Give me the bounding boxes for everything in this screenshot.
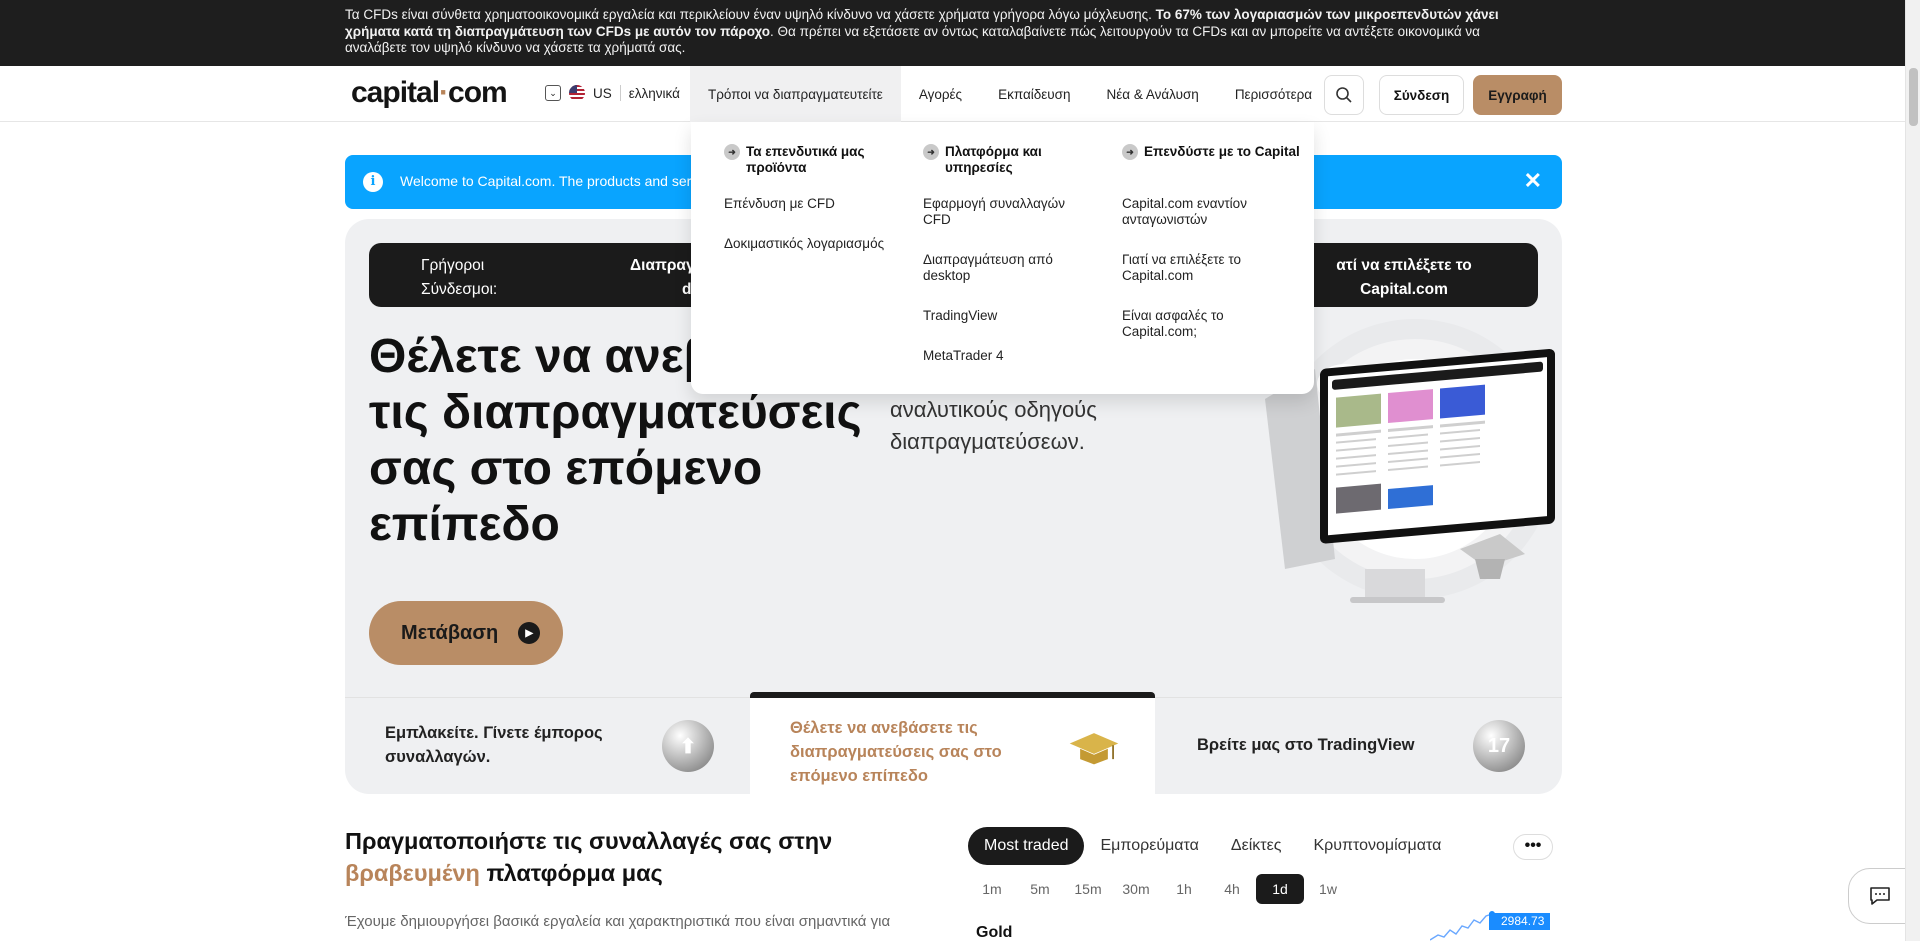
search-icon	[1336, 87, 1352, 103]
chat-icon	[1870, 887, 1890, 905]
dropdown-link[interactable]: Γιατί να επιλέξετε το Capital.com	[1122, 252, 1272, 284]
chevron-down-icon: ⌄	[545, 85, 561, 101]
dropdown-link[interactable]: TradingView	[923, 308, 1073, 324]
tile-become-trader[interactable]: Εμπλακείτε. Γίνετε έμπορος συναλλαγών. ⬆	[345, 698, 750, 794]
site-header: capital·com ⌄ US ελληνικά Τρόποι να διαπ…	[0, 66, 1905, 122]
risk-warning-banner: Τα CFDs είναι σύνθετα χρηματοοικονομικά …	[0, 0, 1920, 66]
dropdown-column-platform: ➜ Πλατφόρμα και υπηρεσίες Εφαρμογή συναλλ…	[923, 144, 1108, 388]
chat-button[interactable]	[1848, 868, 1912, 924]
dropdown-heading[interactable]: ➜ Τα επενδυτικά μας προϊόντα	[724, 144, 909, 178]
search-button[interactable]	[1324, 75, 1364, 115]
quick-link-why-capital[interactable]: ατί να επιλέξετε το Capital.com	[1329, 254, 1479, 302]
arrow-up-badge-icon: ⬆	[662, 720, 714, 772]
capital-com-logo[interactable]: capital·com	[351, 76, 508, 110]
divider	[619, 85, 621, 101]
timeframe-1d[interactable]: 1d	[1256, 874, 1304, 904]
dropdown-heading[interactable]: ➜ Πλατφόρμα και υπηρεσίες	[923, 144, 1108, 178]
dropdown-link[interactable]: Διαπραγμάτευση από desktop	[923, 252, 1073, 284]
graduation-cap-icon	[1069, 733, 1119, 765]
welcome-text: Welcome to Capital.com. The products and…	[400, 173, 702, 189]
nav-education[interactable]: Εκπαίδευση	[980, 66, 1088, 122]
dropdown-column-products: ➜ Τα επενδυτικά μας προϊόντα Επένδυση με …	[724, 144, 909, 276]
info-icon: i	[363, 172, 383, 192]
main-nav: Τρόποι να διαπραγματευτείτε Αγορές Εκπαί…	[690, 66, 1330, 122]
page-scrollbar[interactable]	[1905, 0, 1920, 941]
arrow-right-icon: ➜	[724, 144, 740, 160]
dropdown-heading[interactable]: ➜ Επενδύστε με το Capital	[1122, 144, 1307, 178]
tab-commodities[interactable]: Εμπορεύματα	[1084, 827, 1214, 865]
dropdown-link[interactable]: Επένδυση με CFD	[724, 196, 904, 212]
close-icon[interactable]: ✕	[1524, 168, 1542, 194]
tab-crypto[interactable]: Κρυπτονομίσματα	[1297, 827, 1457, 865]
scrollbar-thumb[interactable]	[1909, 68, 1918, 126]
tab-indices[interactable]: Δείκτες	[1215, 827, 1298, 865]
dropdown-link[interactable]: Εφαρμογή συναλλαγών CFD	[923, 196, 1073, 228]
platform-section-title: Πραγματοποιήστε τις συναλλαγές σας στην …	[345, 828, 833, 886]
arrow-right-icon: ➜	[923, 144, 939, 160]
login-button[interactable]: Σύνδεση	[1379, 75, 1464, 115]
dropdown-link[interactable]: MetaTrader 4	[923, 348, 1073, 364]
timeframe-selector: 1m 5m 15m 30m 1h 4h 1d 1w	[968, 874, 1352, 904]
feature-tiles: Εμπλακείτε. Γίνετε έμπορος συναλλαγών. ⬆…	[345, 692, 1562, 794]
risk-warning-text: Τα CFDs είναι σύνθετα χρηματοοικονομικά …	[345, 7, 1499, 55]
timeframe-5m[interactable]: 5m	[1016, 874, 1064, 904]
nav-ways-to-trade[interactable]: Τρόποι να διαπραγματευτείτε	[690, 66, 901, 122]
quick-link-trading-desktop[interactable]: Διαπραγ de	[630, 254, 700, 302]
more-options-button[interactable]: •••	[1513, 834, 1553, 860]
region-language-selector[interactable]: ⌄ US ελληνικά	[545, 85, 680, 101]
current-price-tag: 2984.73	[1489, 913, 1551, 930]
tradingview-badge-icon: 17	[1473, 720, 1525, 772]
nav-markets[interactable]: Αγορές	[901, 66, 980, 122]
ways-to-trade-dropdown: ➜ Τα επενδυτικά μας προϊόντα Επένδυση με …	[691, 122, 1314, 394]
arrow-right-icon: ▶	[518, 622, 541, 644]
go-button[interactable]: Μετάβαση ▶	[369, 601, 563, 665]
signup-button[interactable]: Εγγραφή	[1473, 75, 1562, 115]
dropdown-link[interactable]: Δοκιμαστικός λογαριασμός	[724, 236, 904, 252]
arrow-right-icon: ➜	[1122, 144, 1138, 160]
timeframe-1w[interactable]: 1w	[1304, 874, 1352, 904]
tile-tradingview[interactable]: Βρείτε μας στο TradingView 17	[1155, 698, 1562, 794]
us-flag-icon	[569, 85, 585, 101]
platform-section-text: Έχουμε δημιουργήσει βασικά εργαλεία και …	[345, 913, 891, 930]
market-tabs: Most traded Εμπορεύματα Δείκτες Κρυπτονο…	[968, 827, 1457, 865]
instrument-name[interactable]: Gold	[976, 924, 1012, 941]
tile-next-level[interactable]: Θέλετε να ανεβάσετε τις διαπραγματεύσεις…	[750, 692, 1155, 794]
timeframe-15m[interactable]: 15m	[1064, 874, 1112, 904]
nav-news-analysis[interactable]: Νέα & Ανάλυση	[1089, 66, 1217, 122]
timeframe-1h[interactable]: 1h	[1160, 874, 1208, 904]
hero-subtitle: αναλυτικούς οδηγούς διαπραγματεύσεων.	[890, 397, 1097, 454]
timeframe-1m[interactable]: 1m	[968, 874, 1016, 904]
timeframe-4h[interactable]: 4h	[1208, 874, 1256, 904]
timeframe-30m[interactable]: 30m	[1112, 874, 1160, 904]
dropdown-link[interactable]: Είναι ασφαλές το Capital.com;	[1122, 308, 1272, 340]
dropdown-link[interactable]: Capital.com εναντίον ανταγωνιστών	[1122, 196, 1272, 228]
quick-links-label: Γρήγοροι Σύνδεσμοι:	[421, 257, 498, 298]
dropdown-column-invest: ➜ Επενδύστε με το Capital Capital.com ενα…	[1122, 144, 1307, 364]
price-sparkline	[1430, 911, 1495, 941]
nav-more[interactable]: Περισσότερα	[1217, 66, 1330, 122]
tab-most-traded[interactable]: Most traded	[968, 827, 1085, 865]
language-label[interactable]: ελληνικά	[629, 86, 680, 101]
country-code: US	[593, 85, 612, 101]
